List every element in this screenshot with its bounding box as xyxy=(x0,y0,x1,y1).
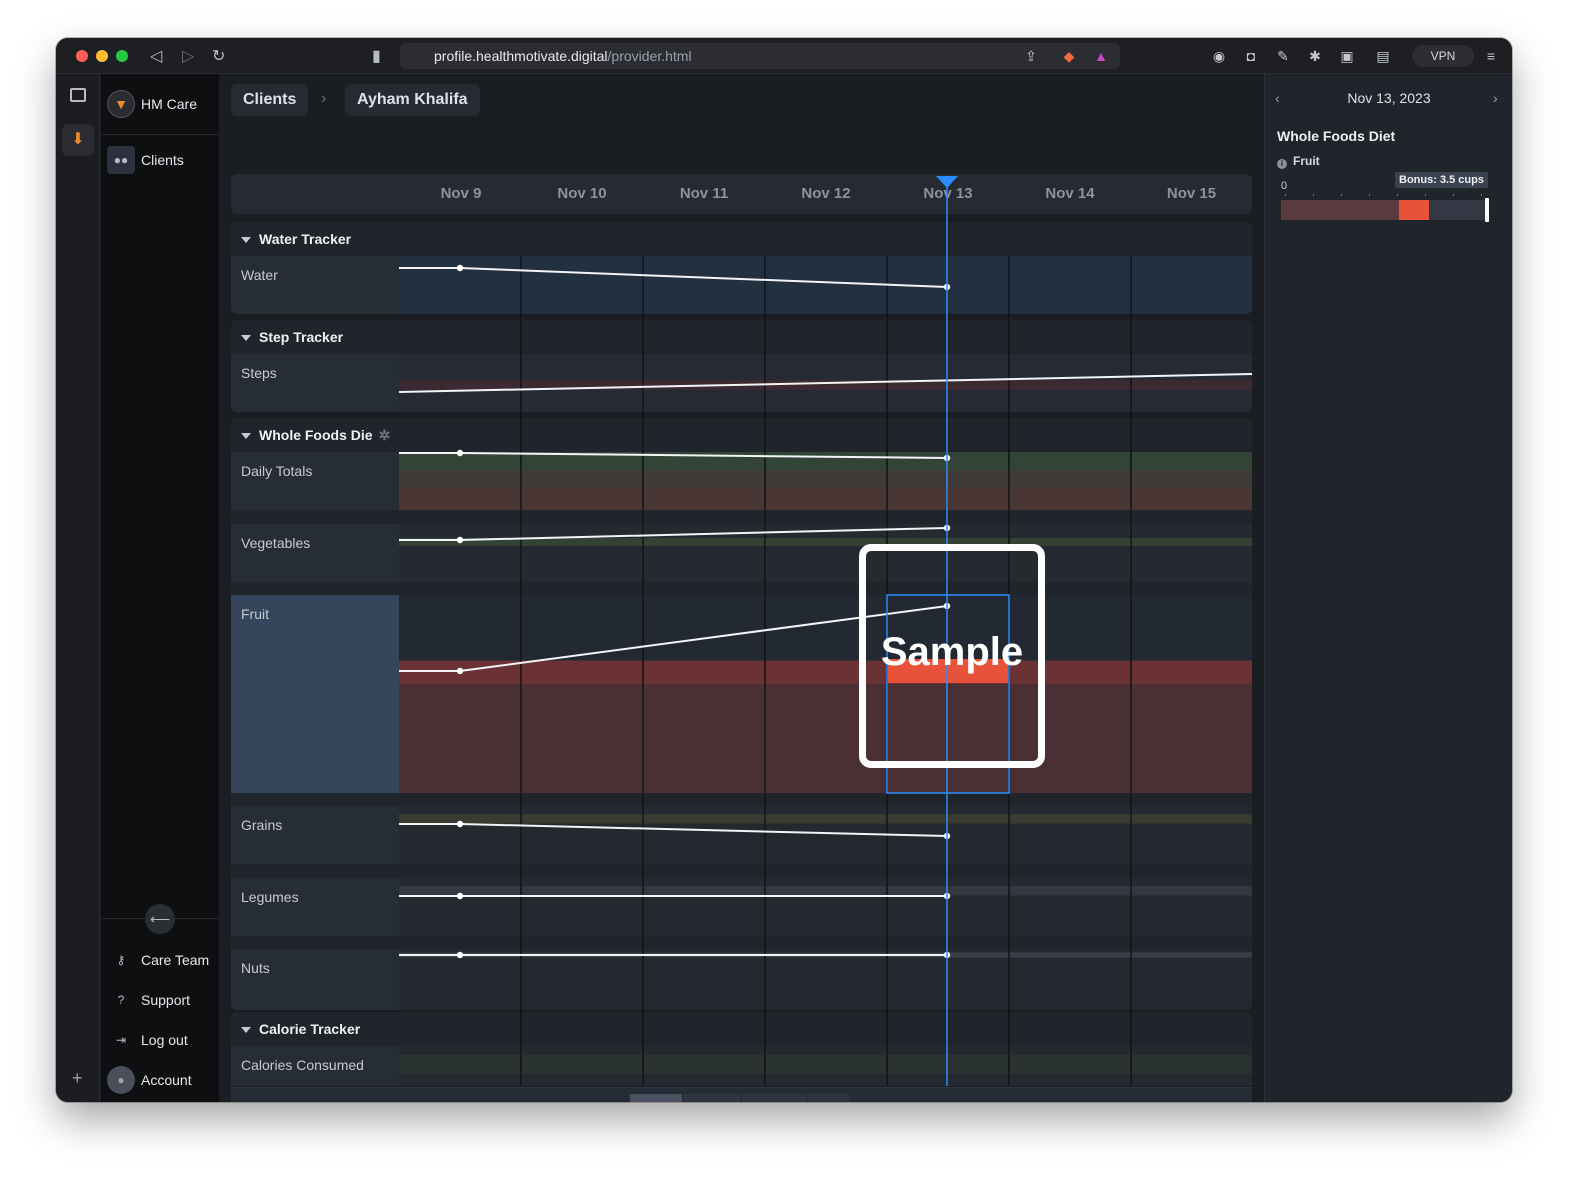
trend-lines xyxy=(398,267,1252,956)
url-host: profile.healthmotivate.digital xyxy=(434,48,608,64)
reload-icon[interactable]: ↻ xyxy=(212,46,225,66)
logout-icon: ⇥ xyxy=(115,1033,127,1047)
range-quarter[interactable]: Quarter xyxy=(742,1094,806,1102)
range-year[interactable]: Year xyxy=(808,1094,850,1102)
browser-toolbar: ◁ ▷ ↻ ▮ profile.healthmotivate.digital/p… xyxy=(56,38,1512,74)
camera-icon[interactable]: ◘ xyxy=(1242,47,1260,65)
share-icon[interactable]: ⇪ xyxy=(1022,47,1040,65)
vpn-button[interactable]: VPN xyxy=(1412,45,1474,67)
detail-title: Whole Foods Diet xyxy=(1277,128,1396,144)
breadcrumb-root-label: Clients xyxy=(243,91,297,108)
sidebar-toggle-icon[interactable]: ▣ xyxy=(1338,47,1356,65)
sample-label: Sample xyxy=(880,630,1024,674)
info-icon[interactable]: i xyxy=(1277,159,1287,169)
prev-range-icon[interactable]: ‹ xyxy=(603,1098,608,1102)
detail-date: Nov 13, 2023 xyxy=(1347,90,1431,106)
app-sidebar: ▼ HM Care ●● Clients ⟵ ⚷ Care Team ? Sup… xyxy=(101,74,219,1102)
extension-icon[interactable]: ◉ xyxy=(1210,47,1228,65)
sidebar-item-support[interactable]: ? Support xyxy=(107,984,190,1016)
forward-icon[interactable]: ▷ xyxy=(182,46,194,66)
range-week[interactable]: Week xyxy=(630,1094,682,1102)
url-path: /provider.html xyxy=(607,48,692,64)
users-icon: ●● xyxy=(107,146,135,174)
zoom-window-button[interactable] xyxy=(116,50,128,62)
browser-side-rail: ⬇ + xyxy=(56,74,100,1102)
carrot-logo-icon: ▼ xyxy=(107,90,135,118)
detail-item-label: Fruit xyxy=(1293,154,1320,168)
breadcrumb-current-label: Ayham Khalifa xyxy=(357,91,468,108)
carrot-icon[interactable]: ⬇ xyxy=(62,124,94,156)
tracker-grid: Nov 9 Nov 10 Nov 11 Nov 12 Nov 13 Nov 14… xyxy=(231,174,1252,1086)
next-day-icon[interactable]: › xyxy=(1493,90,1498,106)
range-month[interactable]: Month xyxy=(684,1094,740,1102)
key-icon: ⚷ xyxy=(116,953,126,967)
help-icon: ? xyxy=(117,993,125,1007)
puzzle-icon[interactable]: ✱ xyxy=(1306,47,1324,65)
today-marker-icon xyxy=(936,176,958,188)
breadcrumb-client[interactable]: Ayham Khalifa xyxy=(345,84,480,116)
fruit-bonus-range xyxy=(1399,200,1429,220)
current-value-marker xyxy=(1485,198,1489,222)
sidebar-item-care-team[interactable]: ⚷ Care Team xyxy=(107,944,210,976)
avatar: ● xyxy=(107,1066,135,1094)
back-icon[interactable]: ◁ xyxy=(150,46,162,66)
sidebar-item-clients[interactable]: ●● Clients xyxy=(107,144,184,176)
scale-ticks xyxy=(1285,194,1482,196)
divider xyxy=(101,134,219,135)
brand[interactable]: ▼ HM Care xyxy=(107,88,197,120)
detail-panel: ‹ Nov 13, 2023 › Whole Foods Diet i Fruit… xyxy=(1264,74,1512,1102)
sidebar-item-label: Support xyxy=(141,992,191,1008)
sidebar-item-label: Care Team xyxy=(141,952,210,968)
sidebar-item-label: Clients xyxy=(141,152,184,168)
range-bar: ‹ Week Month Quarter Year › xyxy=(231,1087,1252,1102)
bonus-badge: Bonus: 3.5 cups xyxy=(1395,172,1488,188)
fruit-progress-bar xyxy=(1281,194,1489,222)
menu-icon[interactable]: ≡ xyxy=(1482,47,1500,65)
sidebar-item-label: Account xyxy=(141,1072,192,1088)
brand-name: HM Care xyxy=(141,96,198,112)
chevron-right-icon: › xyxy=(321,90,327,107)
sidebar-item-label: Log out xyxy=(141,1032,188,1048)
wallet-icon[interactable]: ▤ xyxy=(1374,47,1392,65)
bookmark-icon[interactable]: ▮ xyxy=(372,46,381,66)
brave-rewards-icon[interactable]: ▲ xyxy=(1092,47,1110,65)
detail-item: i Fruit xyxy=(1277,154,1320,169)
fruit-remaining-range xyxy=(1429,200,1489,220)
panel-icon[interactable] xyxy=(70,88,86,102)
tracker-overlay xyxy=(398,176,1252,1086)
next-range-icon[interactable]: › xyxy=(869,1098,874,1102)
eyedropper-icon[interactable]: ✎ xyxy=(1274,47,1292,65)
main-content: Clients › Ayham Khalifa Nov 9 Nov 10 Nov… xyxy=(219,74,1264,1102)
minimize-window-button[interactable] xyxy=(96,50,108,62)
collapse-sidebar-button[interactable]: ⟵ xyxy=(145,904,175,934)
breadcrumb-clients[interactable]: Clients xyxy=(231,84,309,116)
sidebar-item-log-out[interactable]: ⇥ Log out xyxy=(107,1024,188,1056)
address-bar[interactable]: profile.healthmotivate.digital/provider.… xyxy=(400,43,1120,69)
add-icon[interactable]: + xyxy=(72,1068,83,1089)
brave-shield-icon[interactable]: ◆ xyxy=(1060,47,1078,65)
browser-window: ◁ ▷ ↻ ▮ profile.healthmotivate.digital/p… xyxy=(56,38,1512,1102)
sidebar-item-account[interactable]: ● Account xyxy=(107,1064,192,1096)
close-window-button[interactable] xyxy=(76,50,88,62)
vpn-label: VPN xyxy=(1430,49,1456,63)
